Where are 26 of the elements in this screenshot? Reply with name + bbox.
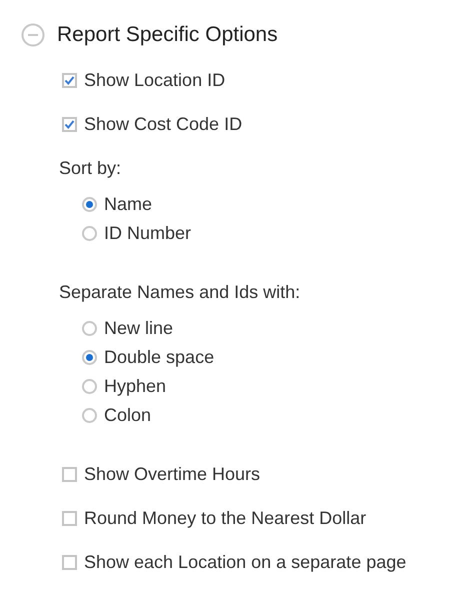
checkbox[interactable] — [62, 554, 77, 570]
radio-button[interactable] — [82, 379, 97, 394]
radio-label: New line — [104, 317, 174, 340]
group-label: Sort by: — [59, 156, 122, 180]
checkbox[interactable] — [62, 72, 77, 88]
collapse-icon[interactable] — [21, 23, 45, 47]
radio-label: Double space — [104, 346, 214, 369]
checkbox-label: Show each Location on a separate page — [84, 550, 406, 574]
checkbox[interactable] — [62, 510, 77, 526]
radio-button[interactable] — [82, 226, 97, 241]
group-label: Separate Names and Ids with: — [59, 280, 300, 304]
checkbox-label: Show Location ID — [84, 68, 226, 92]
checkbox-label: Show Cost Code ID — [84, 112, 242, 136]
radio-button[interactable] — [82, 408, 97, 423]
radio-button[interactable] — [82, 197, 97, 212]
radio-label: Hyphen — [104, 375, 166, 398]
checkbox[interactable] — [62, 466, 77, 482]
radio-button[interactable] — [82, 350, 97, 365]
radio-button[interactable] — [82, 321, 97, 336]
radio-label: ID Number — [104, 222, 192, 245]
section-title: Report Specific Options — [57, 22, 278, 48]
checkbox-label: Round Money to the Nearest Dollar — [84, 506, 366, 530]
radio-label: Colon — [104, 404, 152, 427]
radio-label: Name — [104, 193, 152, 216]
checkbox-label: Show Overtime Hours — [84, 462, 260, 486]
checkbox[interactable] — [62, 116, 77, 132]
